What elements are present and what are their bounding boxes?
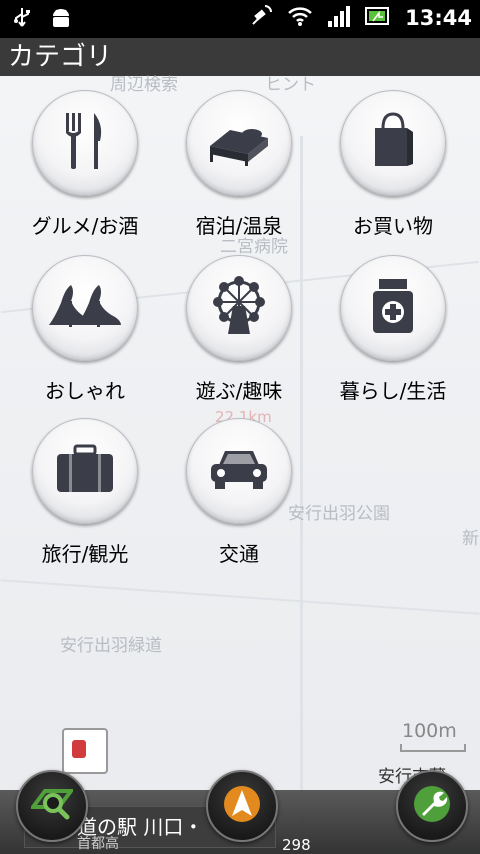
signal-icon <box>327 5 351 31</box>
high-heels-icon <box>45 281 125 335</box>
category-label: 暮らし/生活 <box>339 379 447 403</box>
settings-button[interactable] <box>396 770 468 842</box>
route-number: 298 <box>282 836 311 854</box>
category-label: 遊ぶ/趣味 <box>195 379 283 403</box>
category-label: 宿泊/温泉 <box>195 214 283 238</box>
category-button[interactable] <box>32 90 138 196</box>
category-label: グルメ/お酒 <box>31 214 139 238</box>
category-button[interactable] <box>32 418 138 524</box>
android-debug-icon <box>50 6 72 34</box>
category-button[interactable] <box>186 418 292 524</box>
category-label: おしゃれ <box>45 379 125 403</box>
search-button[interactable] <box>16 770 88 842</box>
bed-icon <box>208 116 270 170</box>
wifi-icon <box>287 5 313 31</box>
navigation-arrow-icon <box>222 784 262 828</box>
category-button[interactable] <box>340 90 446 196</box>
clock: 13:44 <box>405 6 472 30</box>
category-label: お買い物 <box>353 214 433 238</box>
map-label: 安行出羽緑道 <box>60 636 162 656</box>
shopping-bag-icon <box>371 112 415 174</box>
category-button[interactable] <box>186 255 292 361</box>
category-button[interactable] <box>32 255 138 361</box>
road-sub: 首都高 <box>77 836 119 852</box>
map-scale: 100m <box>400 720 466 752</box>
status-bar: 13:44 <box>0 0 480 38</box>
medicine-icon <box>371 277 415 339</box>
route-sign <box>62 728 108 774</box>
category-label: 交通 <box>219 542 259 566</box>
category-fashion[interactable]: おしゃれ <box>15 255 155 404</box>
map-road <box>0 579 480 615</box>
category-label: 旅行/観光 <box>41 542 129 566</box>
category-shopping[interactable]: お買い物 <box>323 90 463 239</box>
category-leisure[interactable]: 遊ぶ/趣味 <box>169 255 309 404</box>
category-gourmet[interactable]: グルメ/お酒 <box>15 90 155 239</box>
fork-knife-icon <box>60 111 110 175</box>
category-button[interactable] <box>186 90 292 196</box>
gps-icon <box>249 4 273 32</box>
category-transport[interactable]: 交通 <box>169 418 309 567</box>
category-living[interactable]: 暮らし/生活 <box>323 255 463 404</box>
car-icon <box>209 447 269 495</box>
ferris-wheel-icon <box>206 276 272 340</box>
scale-label: 100m <box>402 720 457 742</box>
wrench-icon <box>412 784 452 828</box>
bottom-bar: 道の駅 川口・ 首都高 298 <box>0 728 480 854</box>
usb-icon <box>12 6 32 34</box>
map-search-icon <box>29 785 75 827</box>
map-label: 新 <box>462 529 479 549</box>
battery-icon <box>365 5 391 31</box>
navigation-button[interactable] <box>206 770 278 842</box>
category-lodging[interactable]: 宿泊/温泉 <box>169 90 309 239</box>
page-title: カテゴリ <box>0 38 480 76</box>
suitcase-icon <box>55 444 115 498</box>
category-button[interactable] <box>340 255 446 361</box>
category-travel[interactable]: 旅行/観光 <box>15 418 155 567</box>
